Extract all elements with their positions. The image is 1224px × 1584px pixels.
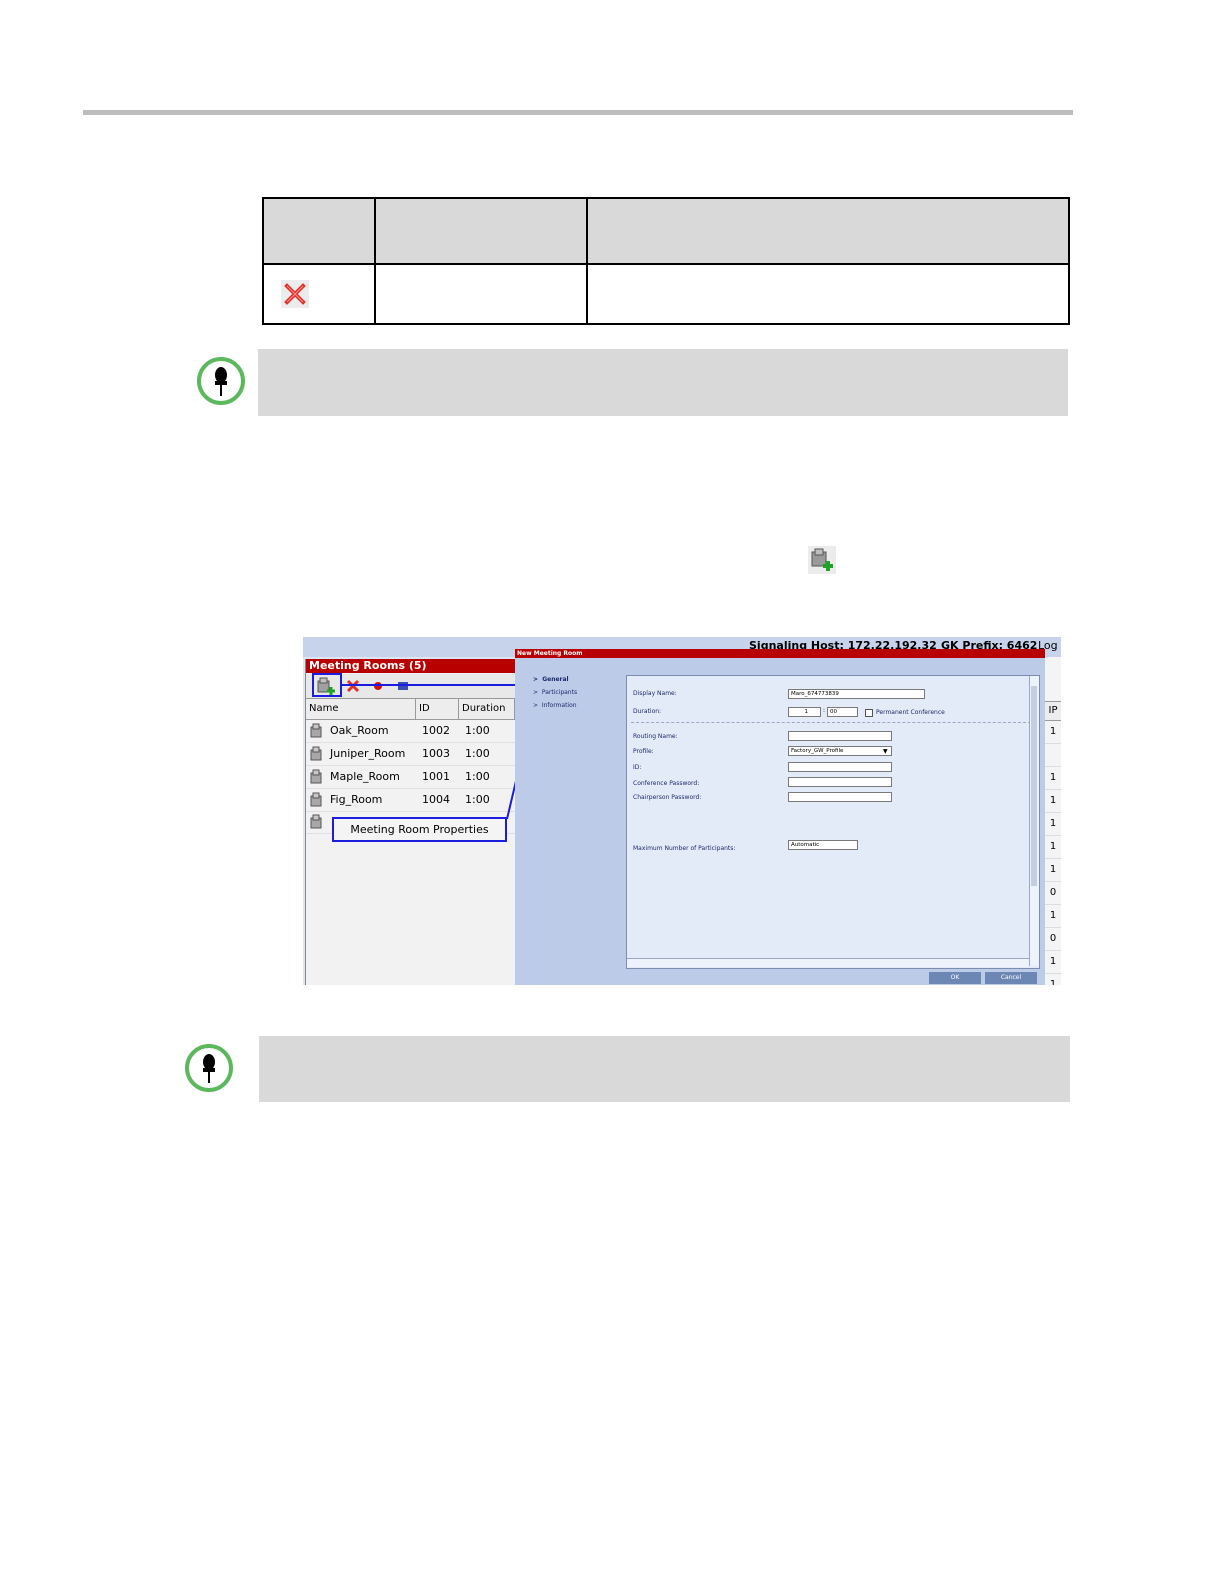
conference-password-label: Conference Password:: [633, 780, 700, 787]
display-name-label: Display Name:: [633, 690, 677, 697]
chevron-down-icon[interactable]: ▼: [883, 748, 888, 755]
table-header-cell: [374, 197, 588, 265]
table-cell: [586, 263, 1070, 325]
note-box: [259, 1036, 1070, 1102]
conference-list-cell: 1: [1045, 720, 1061, 744]
table-header-cell: [586, 197, 1070, 265]
conference-list-cell: 1: [1045, 812, 1061, 836]
header-rule: [83, 110, 1073, 115]
column-header-ip[interactable]: IP: [1045, 701, 1061, 721]
nav-general-label: General: [542, 676, 569, 683]
table-header-cell: [262, 197, 376, 265]
table-cell: [262, 263, 376, 325]
max-participants-select[interactable]: Automatic: [788, 840, 858, 850]
table-header-row: [262, 197, 1070, 265]
toolbar-reference-table: [262, 197, 1070, 325]
nav-participants-label: Participants: [541, 689, 578, 696]
permanent-conference-label: Permanent Conference: [876, 709, 945, 716]
nav-information-label: Information: [541, 702, 577, 709]
id-input[interactable]: [788, 762, 892, 772]
general-form: Display Name: Maro_674773839 Duration: 1…: [626, 675, 1040, 969]
conference-list-cell: 1: [1045, 789, 1061, 813]
permanent-conference-checkbox[interactable]: [865, 709, 873, 717]
conference-list-cell: 1: [1045, 973, 1061, 985]
new-meeting-room-dialog: New Meeting Room > General > Participant…: [515, 649, 1045, 985]
note-box: [258, 349, 1068, 416]
chairperson-password-input[interactable]: [788, 792, 892, 802]
duration-label: Duration:: [633, 708, 662, 715]
conference-password-input[interactable]: [788, 777, 892, 787]
scrollbar-thumb[interactable]: [1031, 686, 1037, 886]
meeting-room-properties-callout[interactable]: Meeting Room Properties: [332, 817, 507, 842]
form-divider: [631, 722, 1031, 723]
profile-select[interactable]: Factory_GW_Profile: [788, 746, 892, 756]
conference-list-cell: 1: [1045, 904, 1061, 928]
routing-name-label: Routing Name:: [633, 733, 678, 740]
max-participants-label: Maximum Number of Participants:: [633, 845, 736, 852]
nav-information[interactable]: > Information: [533, 702, 577, 709]
note-pin-icon: [197, 357, 245, 405]
ok-button[interactable]: OK: [929, 972, 981, 984]
conference-list-cell: 1: [1045, 858, 1061, 882]
display-name-input[interactable]: Maro_674773839: [788, 689, 925, 699]
routing-name-input[interactable]: [788, 731, 892, 741]
cancel-button[interactable]: Cancel: [985, 972, 1037, 984]
rmx-web-client-screenshot: Signaling Host: 172.22.192.32 GK Prefix:…: [303, 637, 1061, 985]
note-pin-icon: [185, 1044, 233, 1092]
id-label: ID:: [633, 764, 642, 771]
vertical-scrollbar[interactable]: [1029, 676, 1039, 966]
conference-list-cell: 0: [1045, 881, 1061, 905]
table-row: [262, 263, 1070, 325]
nav-general[interactable]: > General: [533, 676, 569, 683]
duration-separator: :: [823, 707, 826, 714]
nav-participants[interactable]: > Participants: [533, 689, 577, 696]
chairperson-password-label: Chairperson Password:: [633, 794, 702, 801]
table-cell: [374, 263, 588, 325]
profile-label: Profile:: [633, 748, 654, 755]
duration-hours-input[interactable]: 1: [788, 707, 821, 717]
conference-list-cell: 1: [1045, 766, 1061, 790]
delete-icon: [281, 280, 309, 308]
conference-list-cell: 1: [1045, 950, 1061, 974]
conference-list-cell: 1: [1045, 835, 1061, 859]
conference-list-cell: 0: [1045, 927, 1061, 951]
dialog-title: New Meeting Room: [515, 649, 1045, 658]
horizontal-scrollbar[interactable]: [627, 958, 1029, 967]
new-meeting-room-icon: [808, 546, 836, 574]
conference-list-cell: [1045, 743, 1061, 767]
duration-minutes-input[interactable]: 00: [827, 707, 858, 717]
conference-list-column: IP 11111101011: [1045, 657, 1061, 985]
